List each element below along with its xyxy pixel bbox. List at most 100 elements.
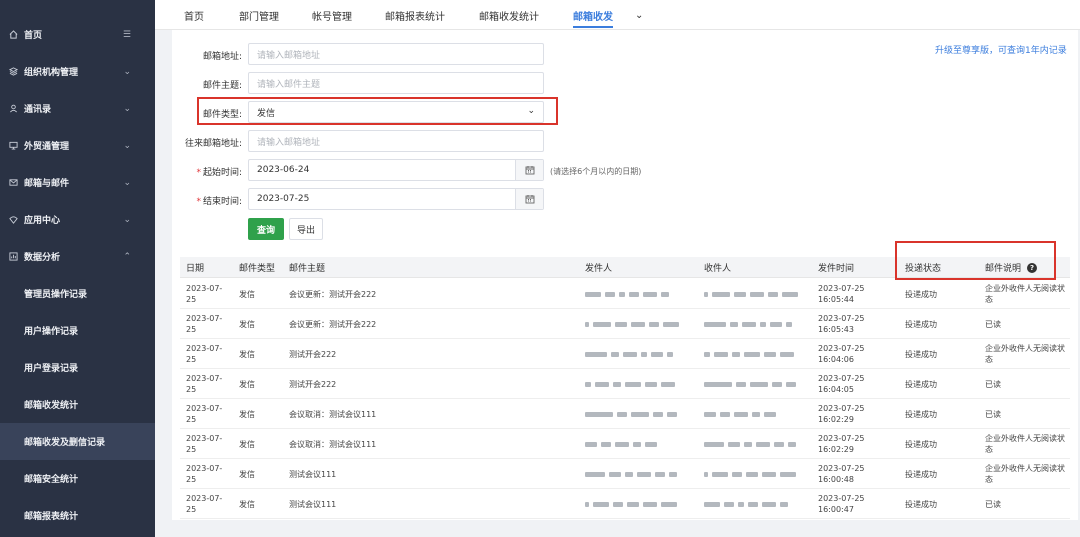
- help-icon[interactable]: ?: [1027, 262, 1038, 273]
- cell-sender-redacted: [585, 322, 685, 327]
- tab-home[interactable]: 首页: [184, 0, 204, 30]
- cell-subject: 会议更新：测试开会222: [289, 290, 377, 299]
- cell-date: 2023-07-25: [186, 284, 223, 304]
- sidebar-item-apps[interactable]: 应用中心 ⌄: [0, 201, 155, 238]
- cell-mail-note: 企业外收件人无阅读状态: [985, 464, 1065, 484]
- sidebar-subitem-mail-stats[interactable]: 邮箱收发统计: [0, 386, 155, 423]
- analytics-icon: [8, 252, 18, 262]
- cell-sender-redacted: [585, 412, 685, 417]
- end-date-input[interactable]: 2023-07-25: [248, 188, 544, 210]
- cell-type: 发信: [239, 410, 255, 419]
- cell-send-time: 2023-07-25 16:00:48: [818, 464, 865, 484]
- sidebar-item-label: 数据分析: [24, 253, 61, 263]
- cell-sender-redacted: [585, 442, 685, 447]
- subject-label: 邮件主题:: [202, 81, 242, 91]
- table-row: 2023-07-25 发信 会议更新：测试开会222 2023-07-25 16:05…: [180, 309, 1070, 339]
- cell-recipient-redacted: [704, 322, 804, 327]
- sidebar-item-analytics[interactable]: 数据分析 ⌃: [0, 238, 155, 275]
- top-tab-bar: 首页 部门管理 帐号管理 邮箱报表统计 邮箱收发统计 邮箱收发 ⌄: [155, 0, 1080, 30]
- col-date: 日期: [186, 264, 205, 274]
- cell-type: 发信: [239, 500, 255, 509]
- cell-sender-redacted: [585, 502, 685, 507]
- chevron-down-icon: ⌄: [123, 214, 131, 225]
- mail-address-label: 邮箱地址:: [202, 52, 242, 62]
- cell-date: 2023-07-25: [186, 464, 223, 484]
- peer-address-input[interactable]: 请输入邮箱地址: [248, 130, 544, 152]
- cell-delivery-status: 投递成功: [905, 290, 937, 299]
- sidebar-item-label: 外贸通管理: [24, 142, 70, 152]
- sidebar-subitem-mail-records[interactable]: 邮箱收发及删信记录: [0, 423, 155, 460]
- mail-icon: [8, 178, 18, 188]
- sidebar-item-trade[interactable]: 外贸通管理 ⌄: [0, 127, 155, 164]
- cell-recipient-redacted: [704, 382, 804, 387]
- chevron-down-icon: ⌄: [123, 66, 131, 77]
- cell-type: 发信: [239, 380, 255, 389]
- tab-department[interactable]: 部门管理: [239, 0, 279, 30]
- cell-delivery-status: 投递成功: [905, 410, 937, 419]
- cell-subject: 测试开会222: [289, 350, 337, 359]
- cell-mail-note: 企业外收件人无阅读状态: [985, 344, 1065, 364]
- cell-mail-note: 企业外收件人无阅读状态: [985, 434, 1065, 454]
- start-time-label: * 起始时间:: [196, 168, 242, 178]
- cell-date: 2023-07-25: [186, 404, 223, 424]
- cell-type: 发信: [239, 350, 255, 359]
- sidebar-item-home[interactable]: 首页 ☰: [0, 16, 155, 53]
- table-row: 2023-07-25 发信 测试开会222 2023-07-25 16:04:05 投递…: [180, 369, 1070, 399]
- calendar-icon[interactable]: [515, 189, 543, 209]
- org-icon: [8, 67, 18, 77]
- cell-recipient-redacted: [704, 352, 804, 357]
- table-row: 2023-07-25 发信 会议更新：测试开会222 2023-07-25 16:05…: [180, 279, 1070, 309]
- cell-type: 发信: [239, 320, 255, 329]
- end-date-value: 2023-07-25: [257, 194, 310, 204]
- calendar-icon[interactable]: [515, 160, 543, 180]
- cell-type: 发信: [239, 440, 255, 449]
- main-panel: 升级至尊享版，可查询1年内记录 邮箱地址: 请输入邮箱地址 邮件主题: 请输入邮…: [172, 30, 1078, 520]
- cell-subject: 测试会议111: [289, 470, 337, 479]
- cell-delivery-status: 投递成功: [905, 320, 937, 329]
- cell-subject: 测试开会222: [289, 380, 337, 389]
- tab-account[interactable]: 帐号管理: [312, 0, 352, 30]
- cell-type: 发信: [239, 290, 255, 299]
- table-row: 2023-07-25 发信 测试开会222 2023-07-25 16:04:06 投递…: [180, 339, 1070, 369]
- sidebar-item-contacts[interactable]: 通讯录 ⌄: [0, 90, 155, 127]
- start-date-input[interactable]: 2023-06-24: [248, 159, 544, 181]
- sidebar-subitem-user-log[interactable]: 用户操作记录: [0, 312, 155, 349]
- mail-type-select[interactable]: 发信 ⌄: [248, 101, 544, 123]
- tab-report-stats[interactable]: 邮箱报表统计: [385, 0, 445, 30]
- sidebar-item-label: 组织机构管理: [24, 68, 79, 78]
- cell-subject: 会议取消：测试会议111: [289, 410, 377, 419]
- tab-mail-records[interactable]: 邮箱收发: [561, 0, 625, 30]
- monitor-icon: [8, 141, 18, 151]
- tab-more-chevron-icon[interactable]: ⌄: [635, 0, 643, 30]
- chevron-down-icon: ⌄: [527, 106, 535, 116]
- cell-recipient-redacted: [704, 292, 804, 297]
- export-button[interactable]: 导出: [289, 218, 323, 240]
- sidebar-subitem-report-stats[interactable]: 邮箱报表统计: [0, 497, 155, 534]
- cell-send-time: 2023-07-25 16:02:29: [818, 434, 865, 454]
- table-row: 2023-07-25 发信 会议取消：测试会议111 2023-07-25 16:02…: [180, 429, 1070, 459]
- query-button[interactable]: 查询: [248, 218, 284, 240]
- apps-icon: [8, 215, 18, 225]
- sidebar-subitem-login-log[interactable]: 用户登录记录: [0, 349, 155, 386]
- mail-address-input[interactable]: 请输入邮箱地址: [248, 43, 544, 65]
- cell-send-time: 2023-07-25 16:04:06: [818, 344, 865, 364]
- cell-recipient-redacted: [704, 412, 804, 417]
- upgrade-link[interactable]: 升级至尊享版，可查询1年内记录: [935, 43, 1067, 56]
- cell-recipient-redacted: [704, 502, 804, 507]
- sidebar-subitem-security-stats[interactable]: 邮箱安全统计: [0, 460, 155, 497]
- cell-date: 2023-07-25: [186, 374, 223, 394]
- menu-collapse-icon[interactable]: ☰: [123, 30, 131, 40]
- chevron-up-icon: ⌃: [123, 251, 131, 262]
- tab-mail-stats[interactable]: 邮箱收发统计: [479, 0, 539, 30]
- table-row: 2023-07-25 发信 测试会议111 2023-07-25 16:00:48 投递…: [180, 459, 1070, 489]
- mail-type-value: 发信: [257, 108, 276, 119]
- sidebar-item-org[interactable]: 组织机构管理 ⌄: [0, 53, 155, 90]
- cell-date: 2023-07-25: [186, 344, 223, 364]
- subject-input[interactable]: 请输入邮件主题: [248, 72, 544, 94]
- cell-mail-note: 已读: [985, 500, 1001, 509]
- cell-delivery-status: 投递成功: [905, 350, 937, 359]
- cell-sender-redacted: [585, 352, 685, 357]
- cell-subject: 会议取消：测试会议111: [289, 440, 377, 449]
- sidebar-subitem-admin-log[interactable]: 管理员操作记录: [0, 275, 155, 312]
- sidebar-item-mail[interactable]: 邮箱与邮件 ⌄: [0, 164, 155, 201]
